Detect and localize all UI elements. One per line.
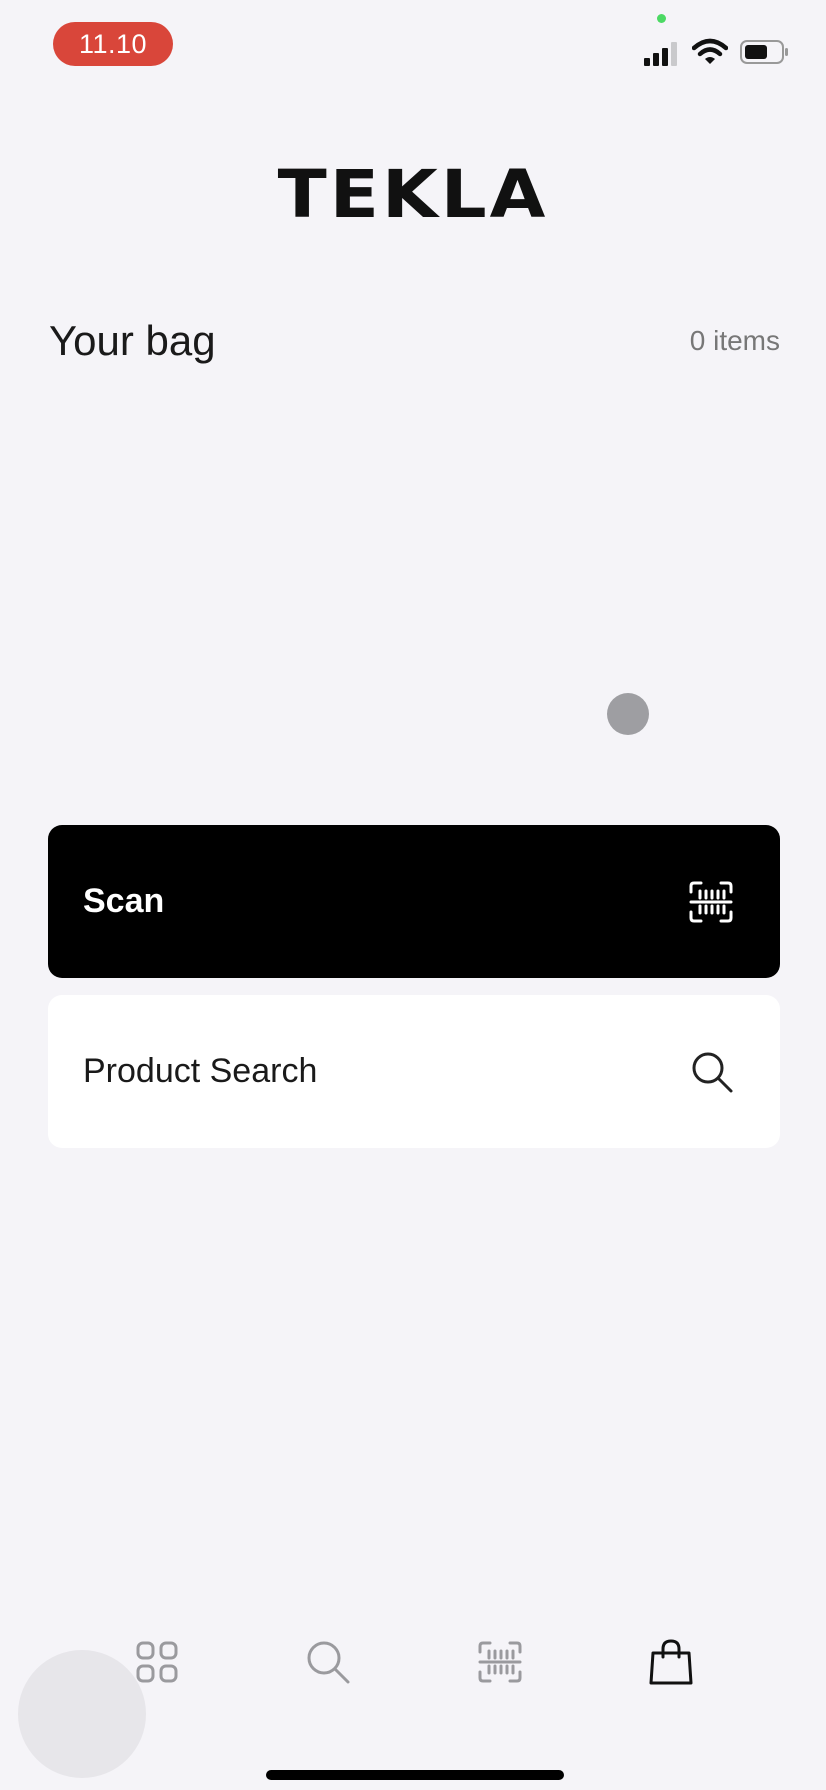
barcode-scan-icon <box>477 1640 523 1684</box>
brand-logo: TEKLA <box>277 155 549 233</box>
screen: 11.10 TEKLA Your bag 0 items Scan Produc… <box>0 0 826 1790</box>
search-icon <box>305 1639 351 1685</box>
grid-icon <box>136 1641 178 1683</box>
product-search-label: Product Search <box>83 1052 318 1090</box>
status-time: 11.10 <box>53 22 173 66</box>
tab-scan[interactable] <box>470 1632 530 1692</box>
tab-search[interactable] <box>298 1632 358 1692</box>
tab-categories[interactable] <box>127 1632 187 1692</box>
bag-title: Your bag <box>49 317 216 364</box>
battery-icon <box>740 40 790 64</box>
touch-indicator <box>607 693 649 735</box>
barcode-scan-icon <box>688 880 734 924</box>
privacy-indicator-dot <box>657 14 666 23</box>
home-indicator <box>266 1770 564 1780</box>
wifi-icon <box>691 38 729 66</box>
search-icon <box>690 1050 734 1094</box>
tab-bag[interactable] <box>641 1632 701 1692</box>
shopping-bag-icon <box>649 1639 693 1685</box>
scan-button-label: Scan <box>83 882 165 920</box>
cellular-signal-icon <box>644 42 682 66</box>
product-search-button[interactable]: Product Search <box>48 995 780 1148</box>
scan-button[interactable]: Scan <box>48 825 780 978</box>
bag-item-count: 0 items <box>689 325 780 356</box>
